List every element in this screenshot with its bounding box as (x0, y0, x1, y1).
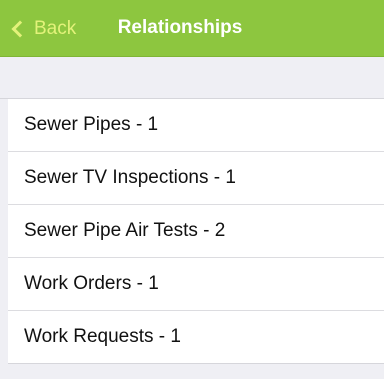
list-item-label: Sewer Pipe Air Tests - 2 (24, 220, 226, 241)
relationships-screen: Back Relationships Sewer Pipes - 1 Sewer… (0, 0, 384, 379)
list-item-sewer-tv-inspections[interactable]: Sewer TV Inspections - 1 (8, 152, 384, 205)
list-item-label: Work Orders - 1 (24, 273, 159, 294)
page-title: Relationships (117, 17, 243, 38)
list-item-work-requests[interactable]: Work Requests - 1 (8, 311, 384, 364)
relationships-list: Sewer Pipes - 1 Sewer TV Inspections - 1… (8, 99, 384, 364)
list-item-label: Work Requests - 1 (24, 326, 181, 347)
list-item-sewer-pipe-air-tests[interactable]: Sewer Pipe Air Tests - 2 (8, 205, 384, 258)
navigation-bar: Back Relationships (0, 0, 384, 57)
list-item-work-orders[interactable]: Work Orders - 1 (8, 258, 384, 311)
section-header (0, 57, 384, 99)
list-item-label: Sewer TV Inspections - 1 (24, 167, 236, 188)
list-item-sewer-pipes[interactable]: Sewer Pipes - 1 (8, 99, 384, 152)
list-item-label: Sewer Pipes - 1 (24, 114, 159, 135)
